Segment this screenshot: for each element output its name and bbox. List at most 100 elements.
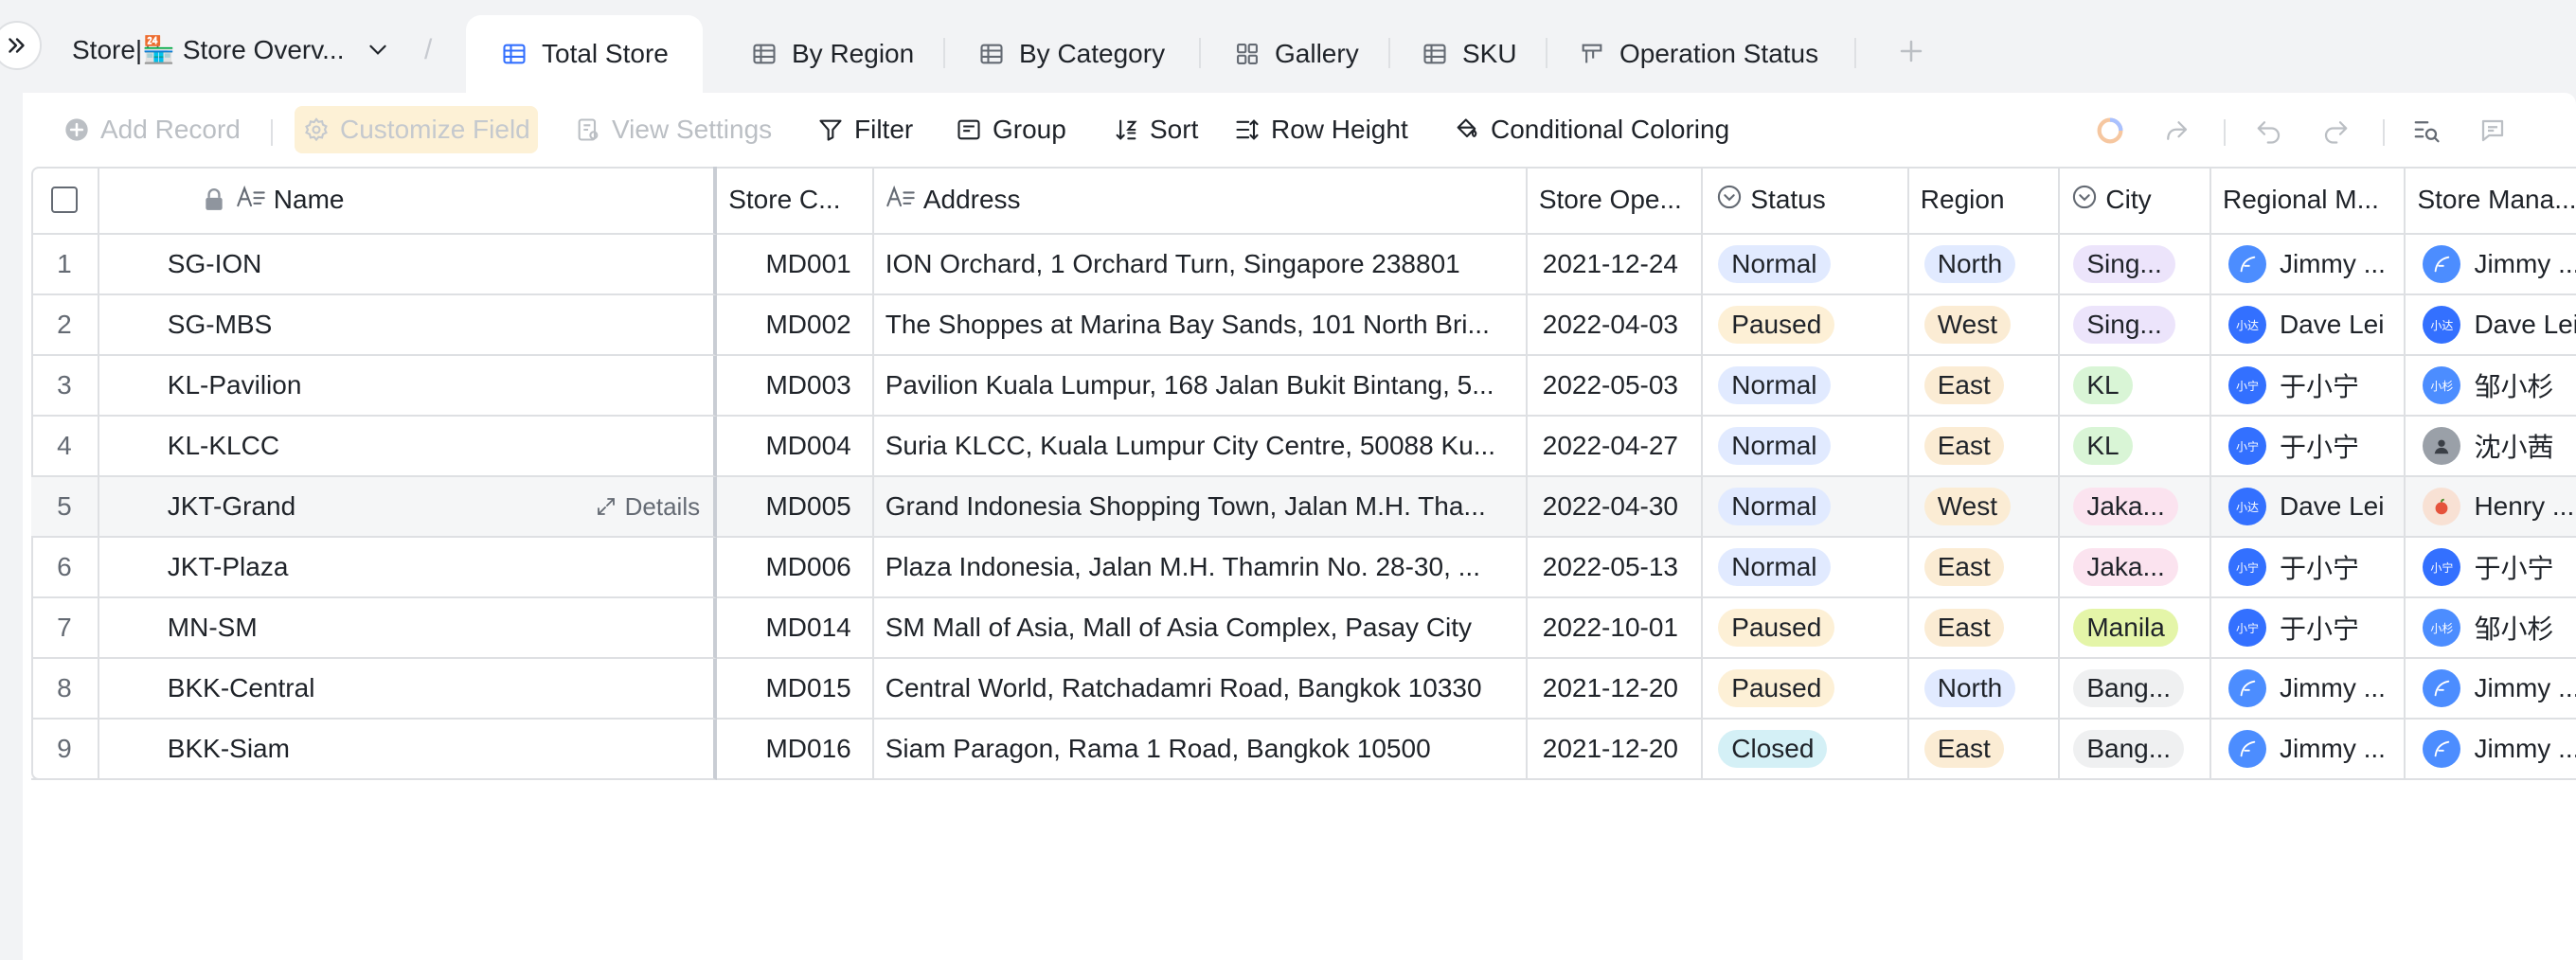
- address-cell[interactable]: SM Mall of Asia, Mall of Asia Complex, P…: [873, 598, 1528, 659]
- open-date-cell[interactable]: 2021-12-24: [1527, 235, 1704, 295]
- tab-operation-status[interactable]: Operation Status: [1578, 15, 1818, 93]
- regional-manager-cell[interactable]: 小宁 于小宁: [2210, 417, 2406, 477]
- store-code-cell[interactable]: MD014: [717, 598, 874, 659]
- store-name-cell[interactable]: BKK-Siam: [98, 720, 718, 780]
- table-row[interactable]: 7 MN-SM MD014 SM Mall of Asia, Mall of A…: [31, 598, 2576, 659]
- column-header-region[interactable]: Region: [1908, 167, 2061, 235]
- sort-button[interactable]: Sort: [1104, 106, 1206, 153]
- store-manager-cell[interactable]: 小杉 邹小杉: [2406, 356, 2576, 417]
- table-row[interactable]: 6 JKT-Plaza MD006 Plaza Indonesia, Jalan…: [31, 538, 2576, 598]
- conditional-coloring-button[interactable]: Conditional Coloring: [1445, 106, 1737, 153]
- address-cell[interactable]: Suria KLCC, Kuala Lumpur City Centre, 50…: [873, 417, 1528, 477]
- status-cell[interactable]: Normal: [1703, 235, 1909, 295]
- city-cell[interactable]: Jaka...: [2060, 538, 2211, 598]
- city-cell[interactable]: Bang...: [2060, 659, 2211, 720]
- store-name-cell[interactable]: JKT-Grand Details: [98, 477, 718, 538]
- status-cell[interactable]: Closed: [1703, 720, 1909, 780]
- address-cell[interactable]: ION Orchard, 1 Orchard Turn, Singapore 2…: [873, 235, 1528, 295]
- city-cell[interactable]: KL: [2060, 417, 2211, 477]
- open-date-cell[interactable]: 2022-05-13: [1527, 538, 1704, 598]
- base-title-dropdown[interactable]: Store|🏪 Store Overv...: [72, 32, 395, 66]
- store-manager-cell[interactable]: 小宁 于小宁: [2406, 538, 2576, 598]
- open-date-cell[interactable]: 2022-04-30: [1527, 477, 1704, 538]
- group-button[interactable]: Group: [947, 106, 1074, 153]
- store-name-cell[interactable]: BKK-Central: [98, 659, 718, 720]
- address-cell[interactable]: Siam Paragon, Rama 1 Road, Bangkok 10500: [873, 720, 1528, 780]
- address-cell[interactable]: Plaza Indonesia, Jalan M.H. Thamrin No. …: [873, 538, 1528, 598]
- region-cell[interactable]: North: [1908, 659, 2061, 720]
- status-cell[interactable]: Normal: [1703, 538, 1909, 598]
- redo-icon[interactable]: [2317, 112, 2354, 150]
- city-cell[interactable]: Jaka...: [2060, 477, 2211, 538]
- store-name-cell[interactable]: JKT-Plaza: [98, 538, 718, 598]
- store-name-cell[interactable]: MN-SM: [98, 598, 718, 659]
- table-row[interactable]: 1 SG-ION MD001 ION Orchard, 1 Orchard Tu…: [31, 235, 2576, 295]
- address-cell[interactable]: Grand Indonesia Shopping Town, Jalan M.H…: [873, 477, 1528, 538]
- row-details-button[interactable]: Details: [595, 477, 700, 536]
- address-cell[interactable]: Central World, Ratchadamri Road, Bangkok…: [873, 659, 1528, 720]
- city-cell[interactable]: Sing...: [2060, 295, 2211, 356]
- add-view-button[interactable]: [1892, 32, 1930, 70]
- column-header-store-manager[interactable]: Store Mana...: [2406, 167, 2576, 235]
- store-name-cell[interactable]: SG-ION: [98, 235, 718, 295]
- region-cell[interactable]: East: [1908, 417, 2061, 477]
- region-cell[interactable]: East: [1908, 598, 2061, 659]
- regional-manager-cell[interactable]: 小达 Dave Lei: [2210, 295, 2406, 356]
- customize-field-button[interactable]: Customize Field: [295, 106, 538, 153]
- store-manager-cell[interactable]: 小杉 邹小杉: [2406, 598, 2576, 659]
- expand-sidebar-button[interactable]: [0, 21, 42, 70]
- column-header-open-date[interactable]: Store Ope...: [1527, 167, 1704, 235]
- status-cell[interactable]: Paused: [1703, 598, 1909, 659]
- store-manager-cell[interactable]: 小达 Dave Lei: [2406, 295, 2576, 356]
- regional-manager-cell[interactable]: 小达 Dave Lei: [2210, 477, 2406, 538]
- open-date-cell[interactable]: 2021-12-20: [1527, 720, 1704, 780]
- region-cell[interactable]: East: [1908, 720, 2061, 780]
- table-row[interactable]: 8 BKK-Central MD015 Central World, Ratch…: [31, 659, 2576, 720]
- store-name-cell[interactable]: KL-Pavilion: [98, 356, 718, 417]
- sync-status-icon[interactable]: [2091, 112, 2129, 150]
- share-icon[interactable]: [2157, 112, 2195, 150]
- store-code-cell[interactable]: MD005: [717, 477, 874, 538]
- view-settings-button[interactable]: View Settings: [566, 106, 779, 153]
- store-manager-cell[interactable]: Henry ...: [2406, 477, 2576, 538]
- regional-manager-cell[interactable]: 小宁 于小宁: [2210, 538, 2406, 598]
- table-row[interactable]: 2 SG-MBS MD002 The Shoppes at Marina Bay…: [31, 295, 2576, 356]
- store-code-cell[interactable]: MD003: [717, 356, 874, 417]
- region-cell[interactable]: West: [1908, 477, 2061, 538]
- column-header-city[interactable]: City: [2060, 167, 2211, 235]
- tab-by-category[interactable]: By Category: [977, 15, 1165, 93]
- open-date-cell[interactable]: 2022-10-01: [1527, 598, 1704, 659]
- column-header-store-code[interactable]: Store C...: [717, 167, 874, 235]
- undo-icon[interactable]: [2250, 112, 2288, 150]
- store-code-cell[interactable]: MD015: [717, 659, 874, 720]
- tab-gallery[interactable]: Gallery: [1233, 15, 1359, 93]
- open-date-cell[interactable]: 2022-04-03: [1527, 295, 1704, 356]
- table-row[interactable]: 4 KL-KLCC MD004 Suria KLCC, Kuala Lumpur…: [31, 417, 2576, 477]
- address-cell[interactable]: Pavilion Kuala Lumpur, 168 Jalan Bukit B…: [873, 356, 1528, 417]
- store-manager-cell[interactable]: Jimmy ...: [2406, 659, 2576, 720]
- tab-sku[interactable]: SKU: [1421, 15, 1517, 93]
- city-cell[interactable]: Bang...: [2060, 720, 2211, 780]
- store-manager-cell[interactable]: Jimmy ...: [2406, 720, 2576, 780]
- status-cell[interactable]: Normal: [1703, 477, 1909, 538]
- open-date-cell[interactable]: 2022-04-27: [1527, 417, 1704, 477]
- address-cell[interactable]: The Shoppes at Marina Bay Sands, 101 Nor…: [873, 295, 1528, 356]
- region-cell[interactable]: East: [1908, 356, 2061, 417]
- store-manager-cell[interactable]: Jimmy ...: [2406, 235, 2576, 295]
- select-all-checkbox[interactable]: [50, 187, 78, 213]
- column-header-name[interactable]: Name: [98, 167, 718, 235]
- regional-manager-cell[interactable]: Jimmy ...: [2210, 659, 2406, 720]
- regional-manager-cell[interactable]: 小宁 于小宁: [2210, 356, 2406, 417]
- store-code-cell[interactable]: MD001: [717, 235, 874, 295]
- region-cell[interactable]: East: [1908, 538, 2061, 598]
- add-record-button[interactable]: Add Record: [55, 106, 248, 153]
- status-cell[interactable]: Paused: [1703, 295, 1909, 356]
- table-row[interactable]: 3 KL-Pavilion MD003 Pavilion Kuala Lumpu…: [31, 356, 2576, 417]
- regional-manager-cell[interactable]: Jimmy ...: [2210, 235, 2406, 295]
- store-manager-cell[interactable]: 沈小茜: [2406, 417, 2576, 477]
- city-cell[interactable]: KL: [2060, 356, 2211, 417]
- open-date-cell[interactable]: 2021-12-20: [1527, 659, 1704, 720]
- comment-icon[interactable]: [2474, 112, 2512, 150]
- search-records-icon[interactable]: [2407, 112, 2445, 150]
- row-height-button[interactable]: Row Height: [1225, 106, 1416, 153]
